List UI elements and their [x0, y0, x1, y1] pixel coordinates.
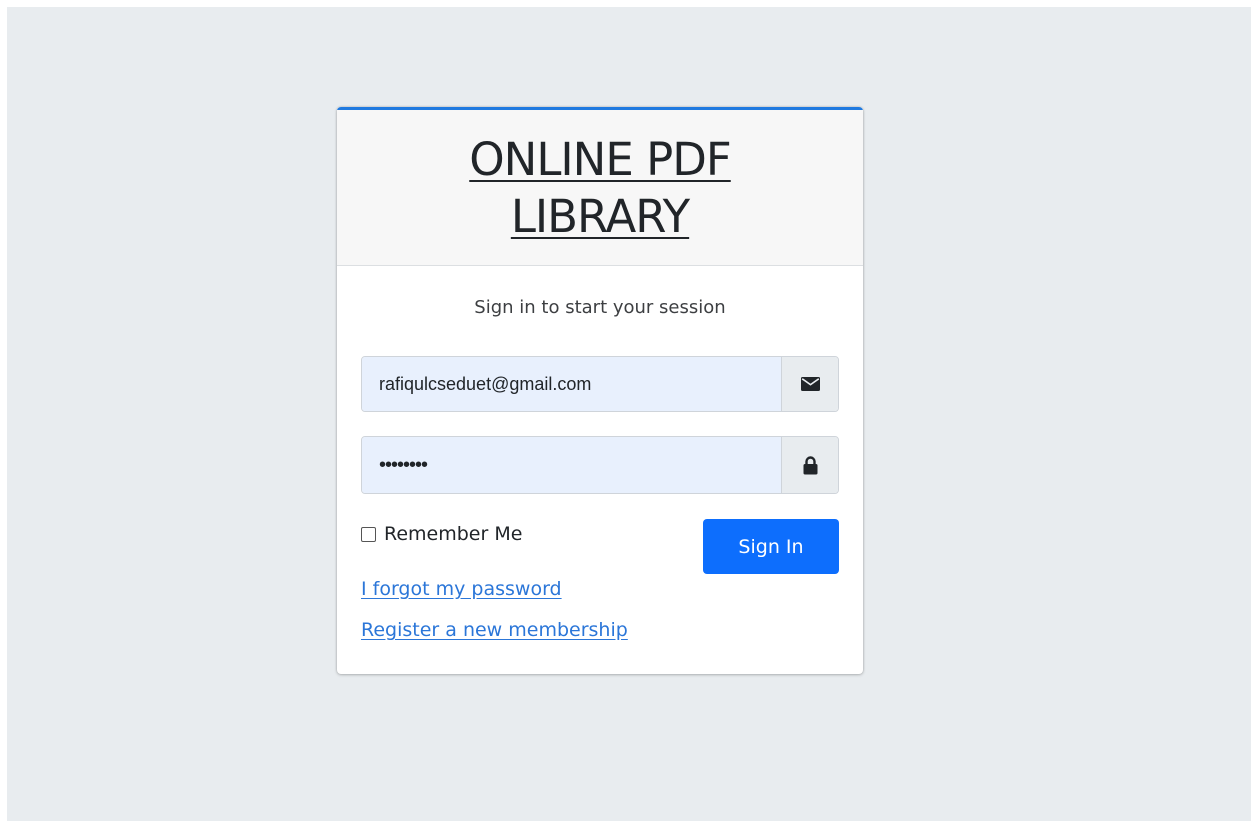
- password-input-append: [781, 437, 838, 493]
- login-box-message: Sign in to start your session: [474, 297, 726, 318]
- register-link[interactable]: Register a new membership: [361, 619, 628, 641]
- password-input-group: [361, 436, 839, 494]
- card-header: ONLINE PDF LIBRARY: [337, 107, 863, 266]
- remember-me-label: Remember Me: [384, 523, 523, 545]
- forgot-password-link[interactable]: I forgot my password: [361, 578, 562, 600]
- email-input[interactable]: [362, 357, 781, 411]
- lock-icon: [803, 455, 817, 474]
- login-card: ONLINE PDF LIBRARY Sign in to start your…: [337, 107, 863, 674]
- email-input-group: [361, 356, 839, 412]
- sign-in-button[interactable]: Sign In: [703, 519, 839, 574]
- email-input-append: [781, 357, 838, 411]
- password-input[interactable]: [362, 437, 781, 493]
- remember-me[interactable]: Remember Me: [361, 523, 522, 545]
- logo-title-link[interactable]: ONLINE PDF LIBRARY: [420, 131, 780, 245]
- envelope-icon: [800, 377, 820, 391]
- remember-me-checkbox[interactable]: [361, 526, 376, 542]
